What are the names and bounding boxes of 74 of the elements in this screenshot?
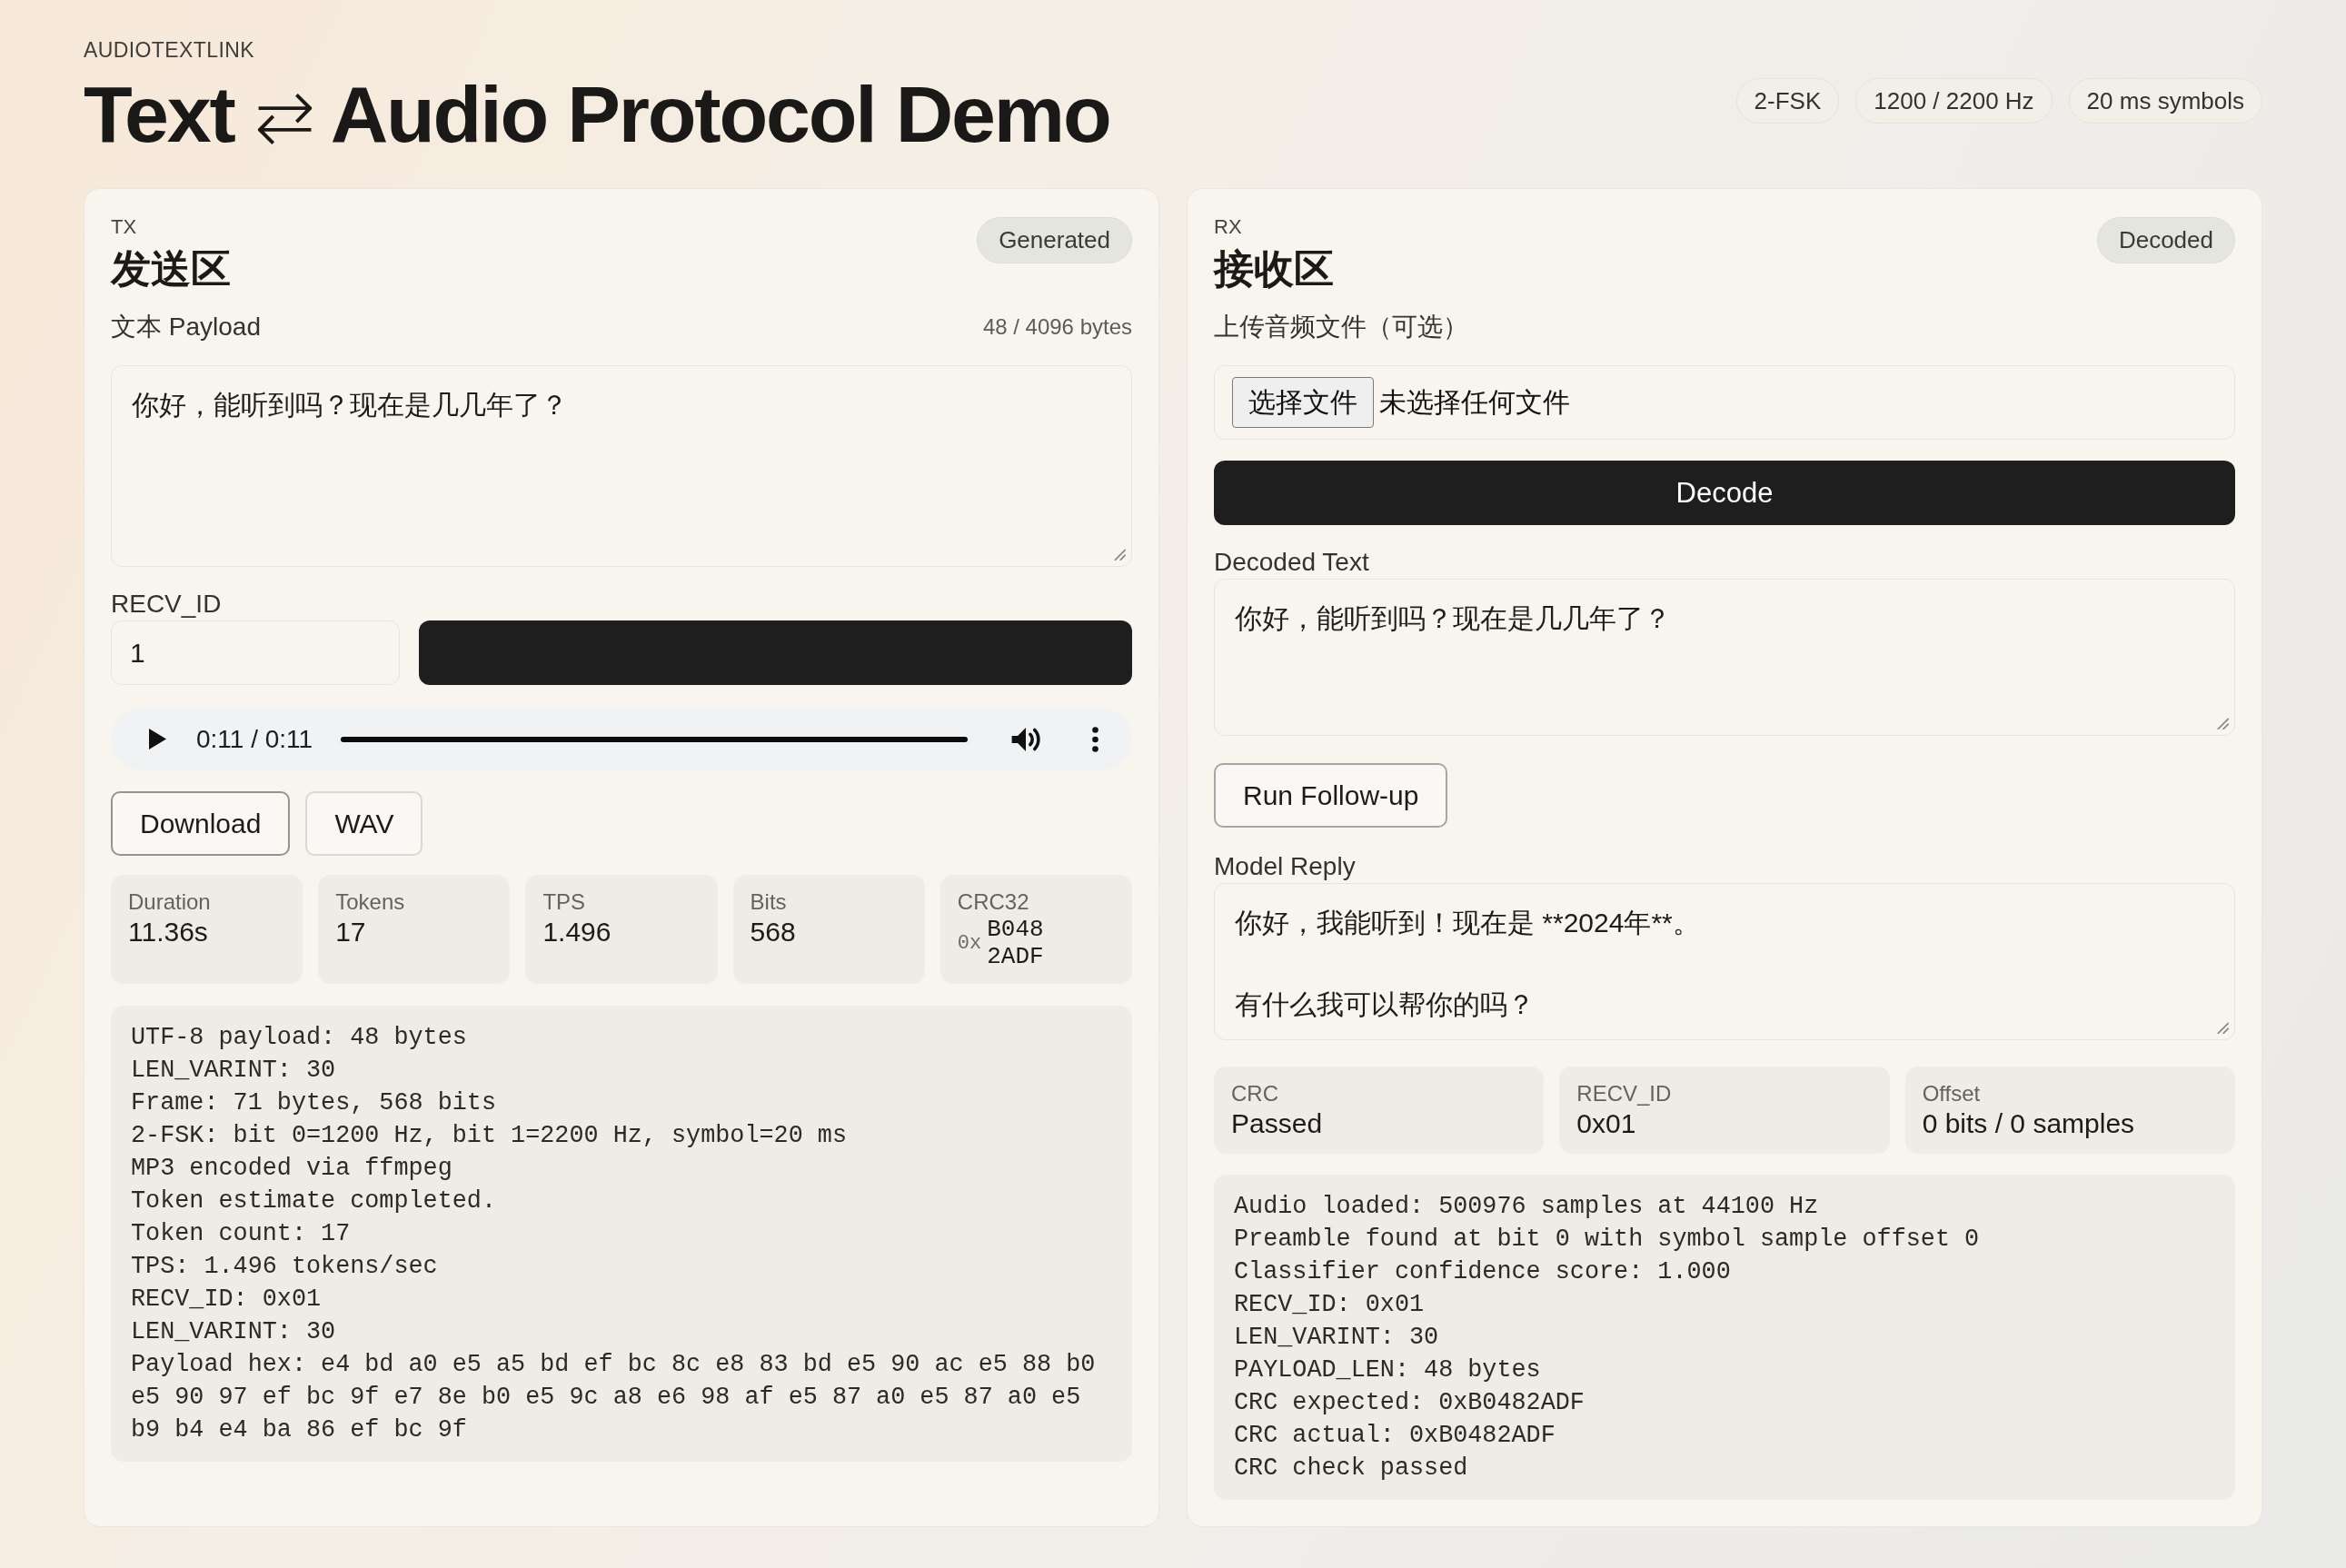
stat-label: Duration bbox=[128, 888, 211, 916]
more-icon[interactable] bbox=[1092, 726, 1098, 752]
resize-grip-icon[interactable] bbox=[1114, 549, 1126, 561]
log-line: Token estimate completed. bbox=[131, 1186, 498, 1216]
reply-paragraph: 有什么我可以帮你的吗？ bbox=[1235, 988, 1535, 1021]
stat-value: 568 bbox=[750, 916, 796, 948]
protocol-chip: 2-FSK bbox=[1735, 78, 1840, 124]
stat-label: CRC bbox=[1231, 1080, 1278, 1107]
hex-prefix: 0x bbox=[957, 931, 982, 955]
progress-bar[interactable] bbox=[341, 736, 968, 742]
status-chip: Generated bbox=[977, 217, 1132, 263]
stat-value: 0x01 bbox=[1576, 1107, 1636, 1140]
field-label: RECV_ID bbox=[111, 589, 222, 620]
log-line: PAYLOAD_LEN: 48 bytes bbox=[1234, 1355, 1542, 1385]
field-label: 上传音频文件（可选） bbox=[1214, 312, 1468, 342]
log-line: CRC actual: 0xB0482ADF bbox=[1234, 1421, 1556, 1451]
follow-up-button[interactable]: Run Follow-up bbox=[1214, 763, 1448, 828]
panel-title: 发送区 bbox=[111, 245, 231, 293]
decoded-textarea[interactable]: 你好，能听到吗？现在是几几年了？ bbox=[1214, 579, 2235, 736]
stat-value: B0482ADF bbox=[987, 916, 1044, 970]
log-line: UTF-8 payload: 48 bytes bbox=[131, 1023, 468, 1053]
protocol-chip: 20 ms symbols bbox=[2068, 78, 2262, 124]
log-line: LEN_VARINT: 30 bbox=[131, 1056, 337, 1086]
time-display: 0:11 / 0:11 bbox=[196, 724, 313, 754]
page-title: Text ⇄ Audio Protocol Demo bbox=[84, 69, 1110, 161]
file-input[interactable]: 选择文件 未选择任何文件 bbox=[1214, 365, 2235, 440]
choose-file-button[interactable]: 选择文件 bbox=[1232, 377, 1374, 428]
stat-label: TPS bbox=[542, 888, 586, 916]
resize-grip-icon[interactable] bbox=[2217, 1022, 2229, 1034]
log-line: CRC expected: 0xB0482ADF bbox=[1234, 1388, 1586, 1418]
stat-value: Passed bbox=[1231, 1107, 1323, 1140]
log-line: RECV_ID: 0x01 bbox=[131, 1285, 323, 1315]
log-line: MP3 encoded via ffmpeg bbox=[131, 1154, 453, 1184]
file-status-text: 未选择任何文件 bbox=[1379, 385, 1570, 419]
stat-value: 0 bits / 0 samples bbox=[1922, 1107, 2135, 1140]
play-icon[interactable] bbox=[149, 729, 166, 749]
log-line: CRC check passed bbox=[1234, 1454, 1469, 1484]
log-line: Audio loaded: 500976 samples at 44100 Hz bbox=[1234, 1192, 1820, 1222]
log-line: TPS: 1.496 tokens/sec bbox=[131, 1252, 439, 1282]
stat-label: RECV_ID bbox=[1576, 1080, 1672, 1107]
log-line: LEN_VARINT: 30 bbox=[131, 1317, 337, 1347]
stat-value: 11.36s bbox=[128, 916, 208, 948]
download-option-button[interactable]: Download bbox=[111, 791, 291, 856]
panel-kicker: RX bbox=[1214, 215, 1242, 239]
log-line: 2-FSK: bit 0=1200 Hz, bit 1=2200 Hz, symbol=20 ms bbox=[131, 1121, 848, 1151]
reply-paragraph: 你好，我能听到！现在是 **2024年**。 bbox=[1235, 907, 1700, 939]
field-label: Decoded Text bbox=[1214, 547, 1369, 578]
brand-name: AUDIOTEXTLINK bbox=[84, 37, 254, 64]
log-line: Token count: 17 bbox=[131, 1219, 352, 1249]
log-line: Frame: 71 bytes, 568 bits bbox=[131, 1088, 498, 1118]
status-chip: Decoded bbox=[2096, 217, 2235, 263]
panel-kicker: TX bbox=[111, 215, 137, 239]
resize-grip-icon[interactable] bbox=[2217, 718, 2229, 729]
stat-value: 1.496 bbox=[542, 916, 611, 948]
reply-textarea[interactable]: 你好，我能听到！现在是 **2024年**。 有什么我可以帮你的吗？ bbox=[1214, 883, 2235, 1040]
download-option-button[interactable]: WAV bbox=[305, 791, 423, 856]
decode-button[interactable]: Decode bbox=[1214, 461, 2235, 525]
stat-label: Offset bbox=[1922, 1080, 1981, 1107]
recv-id-input[interactable]: 1 bbox=[111, 620, 400, 685]
log-line: Payload hex: e4 bd a0 e5 a5 bd ef bc 8c e8 83 bd e5 90 ac e5 88 b0 e5 90 97 ef bc 9f e7 8e b0 e5 9c a8 e6 98 af e5 87 a0 e5 87 a0 e5 b9 b4 e4 ba 86 ef bc 9f bbox=[131, 1350, 1097, 1445]
log-line: RECV_ID: 0x01 bbox=[1234, 1290, 1426, 1320]
protocol-chip: 1200 / 2200 Hz bbox=[1855, 78, 2053, 124]
stat-label: Tokens bbox=[335, 888, 405, 916]
log-line: Preamble found at bit 0 with symbol sample offset 0 bbox=[1234, 1225, 1981, 1255]
log-line: LEN_VARINT: 30 bbox=[1234, 1323, 1440, 1353]
stat-label: CRC32 bbox=[957, 888, 1029, 916]
log-line: Classifier confidence score: 1.000 bbox=[1234, 1257, 1732, 1287]
panel-title: 接收区 bbox=[1214, 245, 1334, 293]
stat-label: Bits bbox=[750, 888, 787, 916]
payload-textarea[interactable]: 你好，能听到吗？现在是几几年了？ bbox=[111, 365, 1132, 567]
byte-count: 48 / 4096 bytes bbox=[982, 314, 1132, 340]
stat-value: 17 bbox=[335, 916, 366, 948]
field-label: Model Reply bbox=[1214, 851, 1356, 882]
field-label: 文本 Payload bbox=[111, 312, 261, 342]
